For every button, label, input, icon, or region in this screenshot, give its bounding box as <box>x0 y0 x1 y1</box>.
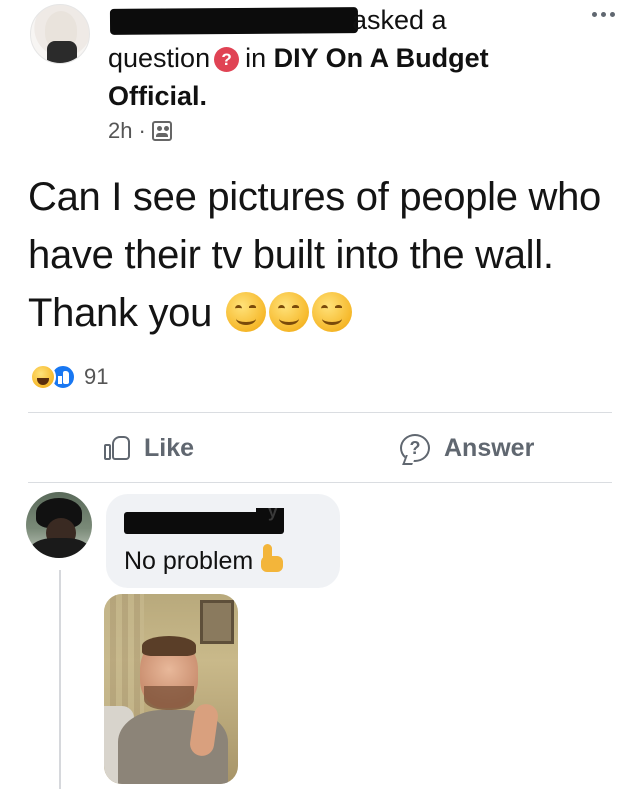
answer-button-label: Answer <box>444 433 535 462</box>
post-body: Can I see pictures of people who have th… <box>28 168 628 342</box>
comment-thread-line <box>59 570 61 789</box>
comment-photo[interactable] <box>104 594 238 784</box>
like-button-label: Like <box>144 433 195 462</box>
poster-avatar[interactable] <box>30 4 90 64</box>
question-badge-icon: ? <box>214 47 240 72</box>
group-name-suffix[interactable]: Official. <box>108 80 207 112</box>
thumbs-up-emoji-icon <box>257 544 287 574</box>
divider <box>28 482 612 483</box>
haha-reaction-icon <box>30 364 56 390</box>
question-bubble-icon: ? <box>400 434 430 462</box>
reaction-count: 91 <box>84 364 109 389</box>
answer-button[interactable]: ? Answer <box>400 428 534 468</box>
comment-bubble: y No problem <box>106 494 340 588</box>
post-verb: asked a <box>352 5 447 35</box>
meta-separator: · <box>138 118 146 143</box>
divider <box>28 412 612 413</box>
reactions-summary[interactable]: 91 <box>30 364 108 390</box>
commenter-avatar[interactable] <box>26 492 92 558</box>
question-word: question <box>108 43 211 73</box>
more-options-icon[interactable] <box>592 4 622 18</box>
post-meta: 2h · <box>108 118 172 144</box>
comment-text: No problem <box>124 544 287 576</box>
in-word: in <box>245 43 267 73</box>
group-name-link[interactable]: DIY On A Budget <box>274 43 489 73</box>
post-context-line: question? in DIY On A Budget <box>108 42 489 74</box>
group-audience-icon <box>151 121 172 141</box>
smiling-face-icon <box>268 292 309 332</box>
post-timestamp[interactable]: 2h <box>108 118 132 144</box>
redacted-poster-name <box>109 7 359 35</box>
commenter-name-fragment[interactable]: y <box>268 502 277 522</box>
like-button[interactable]: Like <box>104 428 194 468</box>
smiling-face-icon <box>225 292 266 332</box>
comment-text-content: No problem <box>124 547 254 575</box>
smiling-face-icon <box>311 292 352 332</box>
thumbs-up-outline-icon <box>104 434 132 462</box>
post-header: asked a question? in DIY On A Budget Offi… <box>0 0 641 150</box>
